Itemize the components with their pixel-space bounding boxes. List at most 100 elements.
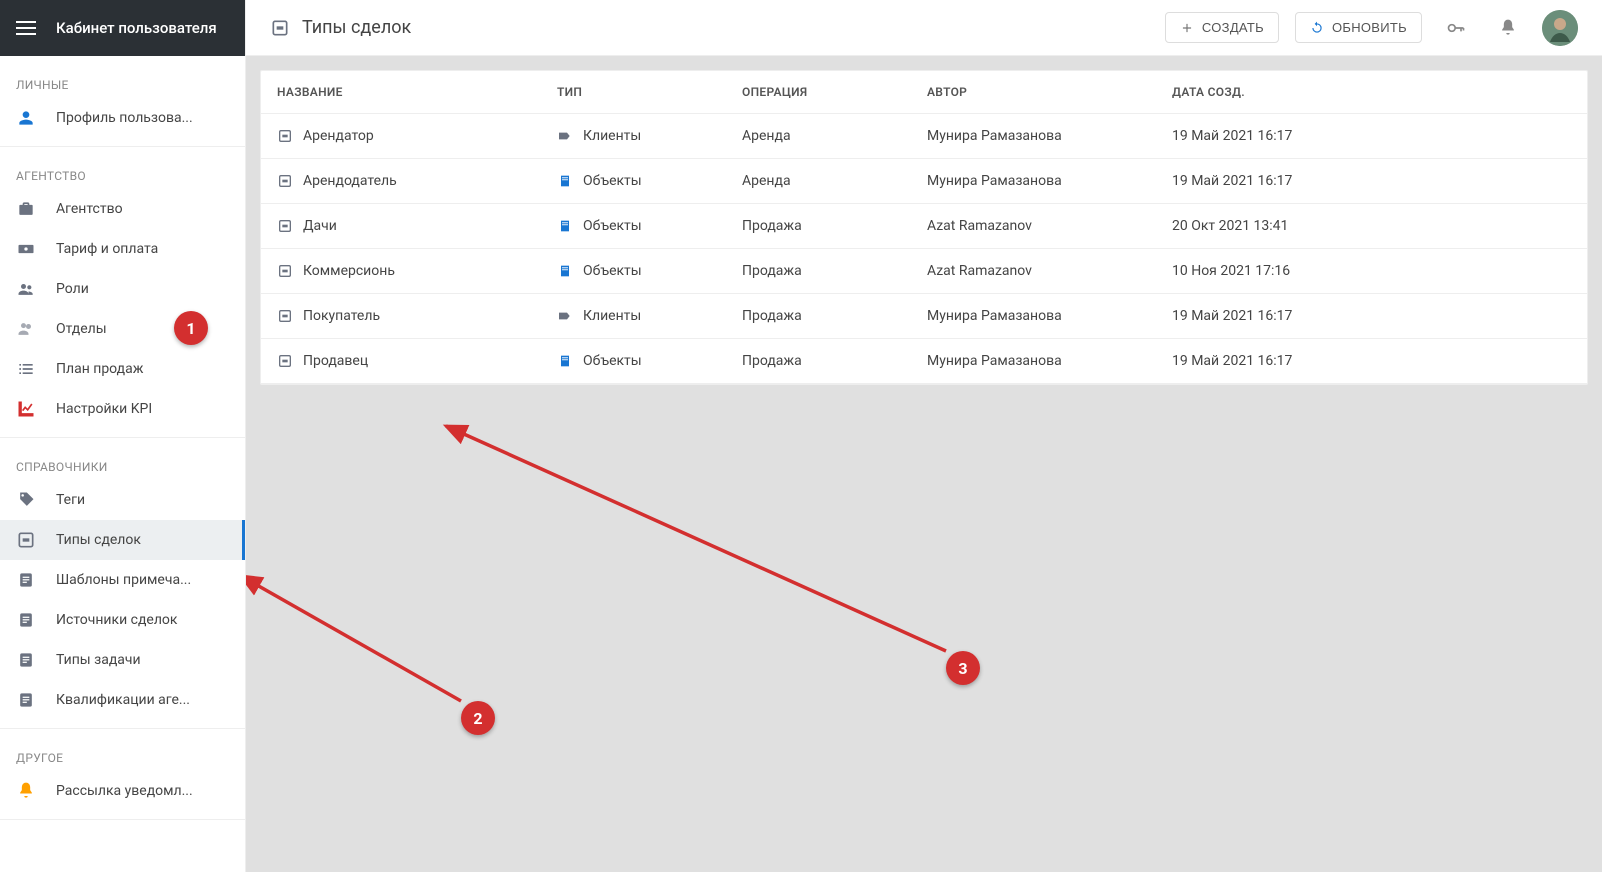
- create-button[interactable]: СОЗДАТЬ: [1165, 12, 1279, 43]
- cell-date: 19 Май 2021 16:17: [1172, 353, 1372, 369]
- page-title: Типы сделок: [302, 17, 411, 38]
- sidebar-item[interactable]: Профиль пользова...: [0, 98, 245, 138]
- cell-type: Объекты: [583, 263, 642, 279]
- note-icon: [16, 690, 36, 710]
- sidebar-title: Кабинет пользователя: [56, 19, 217, 37]
- cell-operation: Продажа: [742, 218, 927, 234]
- cell-type: Объекты: [583, 173, 642, 189]
- chart-icon: [16, 399, 36, 419]
- sidebar-item-label: Отделы: [56, 321, 107, 337]
- col-header-author[interactable]: АВТОР: [927, 85, 1172, 99]
- deals-table: НАЗВАНИЕ ТИП ОПЕРАЦИЯ АВТОР ДАТА СОЗД. А…: [260, 70, 1588, 385]
- col-header-name[interactable]: НАЗВАНИЕ: [277, 85, 557, 99]
- table-row[interactable]: АрендаторКлиентыАрендаМунира Рамазанова1…: [261, 114, 1587, 159]
- cell-author: Мунира Рамазанова: [927, 173, 1172, 189]
- sidebar-item[interactable]: Тариф и оплата: [0, 229, 245, 269]
- cell-author: Azat Ramazanov: [927, 218, 1172, 234]
- key-button[interactable]: [1438, 10, 1474, 46]
- sidebar-item[interactable]: Теги: [0, 480, 245, 520]
- cell-date: 19 Май 2021 16:17: [1172, 308, 1372, 324]
- divider: [0, 819, 245, 820]
- deal-icon: [277, 173, 293, 189]
- user-icon: [16, 108, 36, 128]
- bell-icon: [16, 781, 36, 801]
- section-label: СПРАВОЧНИКИ: [0, 446, 245, 480]
- refresh-button[interactable]: ОБНОВИТЬ: [1295, 12, 1422, 43]
- deal-icon: [277, 128, 293, 144]
- cell-operation: Продажа: [742, 353, 927, 369]
- cell-name: Арендодатель: [303, 173, 397, 189]
- cell-name: Покупатель: [303, 308, 380, 324]
- notifications-button[interactable]: [1490, 10, 1526, 46]
- sidebar-item-label: Профиль пользова...: [56, 110, 193, 126]
- table-row[interactable]: ПокупательКлиентыПродажаМунира Рамазанов…: [261, 294, 1587, 339]
- sidebar-item-label: Квалификации аге...: [56, 692, 190, 708]
- sidebar-item[interactable]: Агентство: [0, 189, 245, 229]
- tag-icon: [16, 490, 36, 510]
- sidebar-item[interactable]: Квалификации аге...: [0, 680, 245, 720]
- table-row[interactable]: Арендодатель Объекты АрендаМунира Рамазано…: [261, 159, 1587, 204]
- sidebar-item-label: Шаблоны примеча...: [56, 572, 191, 588]
- section-label: ДРУГОЕ: [0, 737, 245, 771]
- cell-name: Дачи: [303, 218, 337, 234]
- divider: [0, 146, 245, 147]
- deal-icon: [270, 18, 290, 38]
- deal-icon: [277, 353, 293, 369]
- sidebar-item[interactable]: Источники сделок: [0, 600, 245, 640]
- cell-name: Арендатор: [303, 128, 374, 144]
- cell-operation: Продажа: [742, 263, 927, 279]
- cell-author: Мунира Рамазанова: [927, 353, 1172, 369]
- deal-icon: [277, 308, 293, 324]
- cell-type: Клиенты: [583, 308, 641, 324]
- sidebar-item-label: План продаж: [56, 361, 143, 377]
- table-row[interactable]: КоммерсионьОбъектыПродажаAzat Ramazanov1…: [261, 249, 1587, 294]
- refresh-button-label: ОБНОВИТЬ: [1332, 20, 1407, 35]
- col-header-type[interactable]: ТИП: [557, 85, 742, 99]
- page-title-wrap: Типы сделок: [270, 17, 1149, 38]
- cell-author: Azat Ramazanov: [927, 263, 1172, 279]
- cell-operation: Продажа: [742, 308, 927, 324]
- sidebar-item[interactable]: Роли: [0, 269, 245, 309]
- cell-author: Мунира Рамазанова: [927, 128, 1172, 144]
- table-row[interactable]: Продавец Объекты ПродажаМунира Рамазанова1…: [261, 339, 1587, 384]
- section-label: АГЕНТСТВО: [0, 155, 245, 189]
- sidebar-item[interactable]: Шаблоны примеча...: [0, 560, 245, 600]
- content: НАЗВАНИЕ ТИП ОПЕРАЦИЯ АВТОР ДАТА СОЗД. А…: [246, 56, 1602, 872]
- cell-type: Объекты: [583, 353, 642, 369]
- sidebar-item[interactable]: Отделы: [0, 309, 245, 349]
- cell-operation: Аренда: [742, 173, 927, 189]
- table-row[interactable]: ДачиОбъектыПродажаAzat Ramazanov20 Окт 2…: [261, 204, 1587, 249]
- callout-2: 2: [461, 701, 495, 735]
- divider: [0, 728, 245, 729]
- note-icon: [16, 570, 36, 590]
- sidebar-item-label: Рассылка уведомл...: [56, 783, 193, 799]
- users-icon: [16, 279, 36, 299]
- sidebar-item-label: Источники сделок: [56, 612, 177, 628]
- building-icon: [557, 353, 573, 369]
- sidebar-body: ЛИЧНЫЕ Профиль пользова... АГЕНТСТВОАгентс…: [0, 56, 245, 872]
- cell-date: 10 Ноя 2021 17:16: [1172, 263, 1372, 279]
- cell-name: Продавец: [303, 353, 368, 369]
- section-label: ЛИЧНЫЕ: [0, 64, 245, 98]
- building-icon: [557, 263, 573, 279]
- callout-3: 3: [946, 651, 980, 685]
- cell-type: Объекты: [583, 218, 642, 234]
- cell-date: 19 Май 2021 16:17: [1172, 128, 1372, 144]
- sidebar-item-label: Типы сделок: [56, 532, 141, 548]
- col-header-created[interactable]: ДАТА СОЗД.: [1172, 85, 1372, 99]
- table-header-row: НАЗВАНИЕ ТИП ОПЕРАЦИЯ АВТОР ДАТА СОЗД.: [261, 71, 1587, 114]
- sidebar-item[interactable]: Рассылка уведомл...: [0, 771, 245, 811]
- sidebar-item-label: Роли: [56, 281, 89, 297]
- deal-icon: [277, 263, 293, 279]
- col-header-operation[interactable]: ОПЕРАЦИЯ: [742, 85, 927, 99]
- sidebar-item-label: Настройки KPI: [56, 401, 152, 417]
- sidebar-item[interactable]: Настройки KPI: [0, 389, 245, 429]
- topbar: Типы сделок СОЗДАТЬ ОБНОВИТЬ: [246, 0, 1602, 56]
- sidebar-item[interactable]: План продаж: [0, 349, 245, 389]
- building-icon: [557, 173, 573, 189]
- sidebar-header: Кабинет пользователя: [0, 0, 245, 56]
- menu-toggle-icon[interactable]: [16, 21, 36, 35]
- avatar[interactable]: [1542, 10, 1578, 46]
- sidebar-item[interactable]: Типы сделок: [0, 520, 245, 560]
- sidebar-item[interactable]: Типы задачи: [0, 640, 245, 680]
